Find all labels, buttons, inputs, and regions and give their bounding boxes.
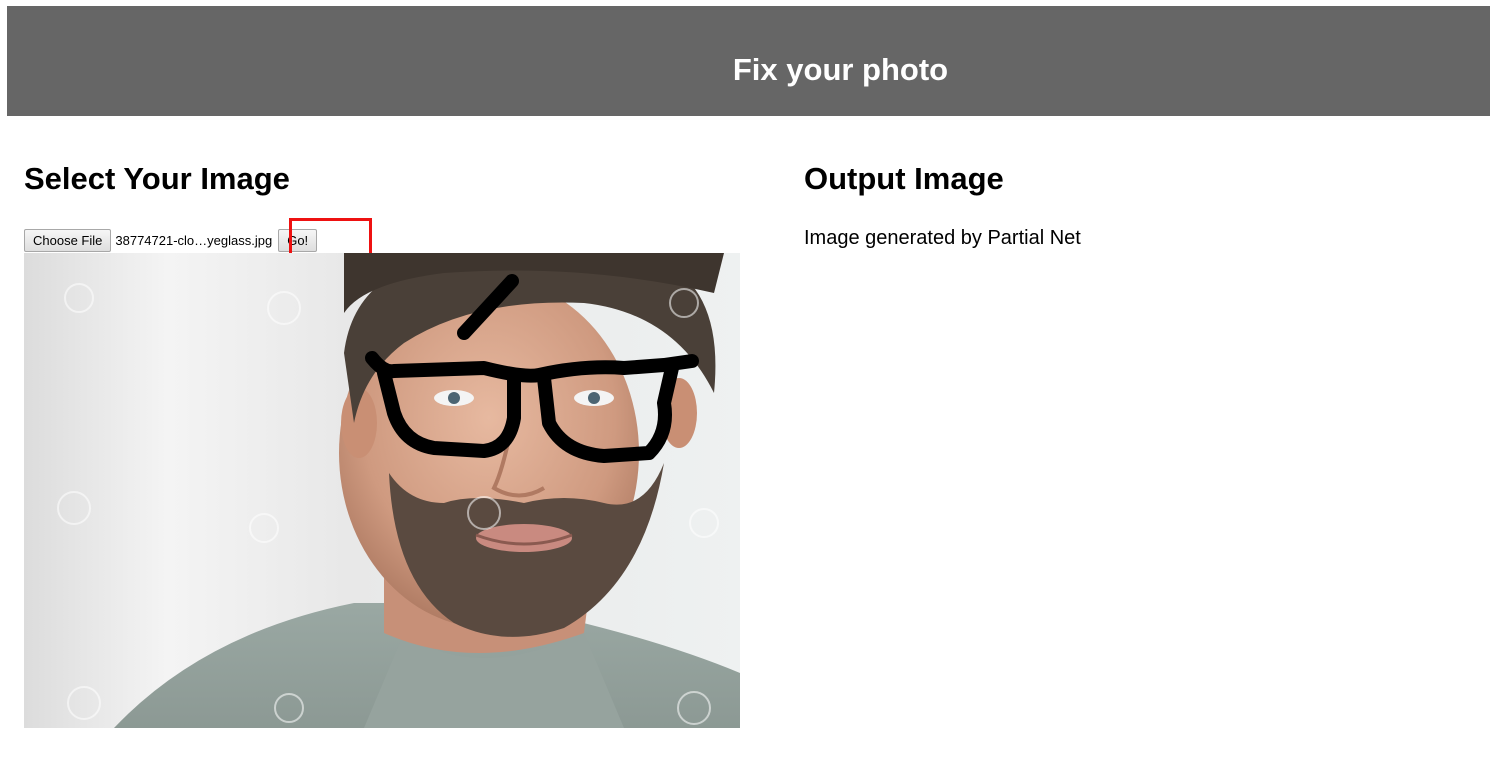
choose-file-button[interactable]: Choose File (24, 228, 112, 252)
input-photo (24, 253, 740, 728)
page-header: Fix your photo (7, 6, 1490, 116)
selected-file-name: 38774721-clo…yeglass.jpg (115, 232, 273, 248)
file-input-row: Choose File 38774721-clo…yeglass.jpg Go! (24, 228, 318, 252)
select-image-heading: Select Your Image (24, 161, 290, 196)
page-title: Fix your photo (732, 52, 949, 87)
output-caption: Image generated by Partial Net (804, 227, 1081, 249)
go-button[interactable]: Go! (278, 228, 318, 252)
output-image-heading: Output Image (804, 161, 1004, 196)
